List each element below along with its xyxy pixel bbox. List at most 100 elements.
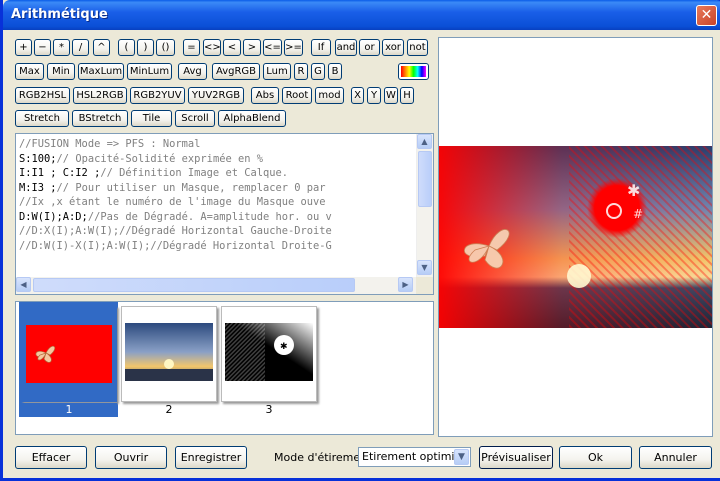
close-button[interactable]: ✕ <box>696 5 717 26</box>
preview-button[interactable]: Prévisualiser <box>479 446 553 469</box>
operator-button-row3-3[interactable]: YUV2RGB <box>188 87 244 104</box>
operator-button-row2-6[interactable]: Lum <box>263 63 291 80</box>
formula-code: D:W(I);A:D; <box>19 210 88 223</box>
thumbnail-1[interactable] <box>21 306 117 402</box>
operator-button-row1-1[interactable]: − <box>34 39 51 56</box>
operator-button-row1-11[interactable]: > <box>243 39 261 56</box>
formula-comment: //Ix ,x étant le numéro de l'image du Ma… <box>19 196 326 208</box>
formula-line: I:I1 ; C:I2 ;// Définition Image et Calq… <box>19 166 414 181</box>
operator-button-row2-9[interactable]: B <box>328 63 342 80</box>
operator-button-row2-2[interactable]: MaxLum <box>78 63 124 80</box>
formula-comment: //D:W(I)-X(I);A:W(I);//Dégradé Horizonta… <box>19 239 332 252</box>
operator-button-row1-6[interactable]: ) <box>137 39 154 56</box>
formula-comment: //FUSION Mode => PFS : Normal <box>19 138 201 150</box>
preview-image: ✱ # <box>439 146 712 328</box>
operator-button-row3-8[interactable]: Y <box>367 87 381 104</box>
operator-button-row2-3[interactable]: MinLum <box>127 63 172 80</box>
scroll-left-arrow-icon[interactable]: ◀ <box>16 277 31 292</box>
operator-button-row3-6[interactable]: mod <box>315 87 344 104</box>
scroll-up-arrow-icon[interactable]: ▲ <box>417 134 432 149</box>
operator-button-row1-17[interactable]: xor <box>382 39 404 56</box>
operator-button-row1-4[interactable]: ^ <box>93 39 110 56</box>
stretch-mode-select[interactable]: Etirement optimisé ▼ <box>358 447 471 467</box>
operator-button-row4-4[interactable]: AlphaBlend <box>218 110 286 127</box>
formula-line: S:100;// Opacité-Solidité exprimée en % <box>19 152 414 167</box>
ok-button[interactable]: Ok <box>559 446 632 469</box>
cancel-button[interactable]: Annuler <box>639 446 712 469</box>
open-button[interactable]: Ouvrir <box>95 446 167 469</box>
thumbnail-2-label: 2 <box>165 403 173 416</box>
preview-composite-image: ✱ # <box>439 146 712 328</box>
operator-button-row2-7[interactable]: R <box>294 63 308 80</box>
gradient-swatch <box>401 66 426 77</box>
operator-button-row4-2[interactable]: Tile <box>131 110 172 127</box>
formula-text[interactable]: //FUSION Mode => PFS : Normal S:100;// Op… <box>19 137 414 277</box>
editor-horizontal-scrollbar[interactable]: ◀ ▶ <box>16 277 416 294</box>
image-thumbnail-list[interactable]: 1 2 ✱ 3 <box>15 301 434 435</box>
formula-code: M:I3 ; <box>19 181 57 194</box>
formula-comment: //D:X(I);A:W(I);//Dégradé Horizontal Gau… <box>19 225 332 237</box>
save-button[interactable]: Enregistrer <box>175 446 247 469</box>
operator-button-row3-5[interactable]: Root <box>282 87 312 104</box>
formula-line: M:I3 ;// Pour utiliser un Masque, rempla… <box>19 181 414 196</box>
formula-code: I:I1 ; C:I2 ; <box>19 167 101 179</box>
svg-text:✱: ✱ <box>280 342 288 352</box>
operator-button-row2-8[interactable]: G <box>311 63 325 80</box>
operator-button-row2-1[interactable]: Min <box>47 63 75 80</box>
formula-line: D:W(I);A:D;//Pas de Dégradé. A=amplitude… <box>19 210 414 225</box>
operator-button-row3-10[interactable]: H <box>400 87 414 104</box>
clear-button[interactable]: Effacer <box>15 446 87 469</box>
operator-button-row3-9[interactable]: W <box>384 87 398 104</box>
operator-button-row1-9[interactable]: <> <box>203 39 221 56</box>
operator-button-row1-14[interactable]: If <box>311 39 331 56</box>
dialog-body: + − * / ^()() = <> < > <= >= If and or xor not Max Min Max… <box>6 30 720 478</box>
thumbnail-3-image: ✱ <box>225 323 313 381</box>
preview-pane: ✱ # <box>438 37 713 437</box>
operator-button-row1-8[interactable]: = <box>183 39 200 56</box>
arithmetic-dialog: Arithmétique ✕ + − * / ^()() = <> < > <= >= If and or… <box>0 0 720 481</box>
operator-button-row1-5[interactable]: ( <box>118 39 135 56</box>
operator-button-row1-12[interactable]: <= <box>263 39 282 56</box>
formula-comment: // Opacité-Solidité exprimée en % <box>56 152 263 165</box>
operator-button-row1-0[interactable]: + <box>15 39 32 56</box>
operator-button-row3-1[interactable]: HSL2RGB <box>73 87 127 104</box>
gradient-button[interactable] <box>398 63 429 80</box>
operator-button-row4-0[interactable]: Stretch <box>15 110 69 127</box>
chevron-down-icon[interactable]: ▼ <box>454 449 469 465</box>
vertical-scroll-thumb[interactable] <box>418 151 432 207</box>
formula-line: //Ix ,x étant le numéro de l'image du Ma… <box>19 195 414 210</box>
thumbnail-2-image <box>125 323 213 381</box>
formula-line: //FUSION Mode => PFS : Normal <box>19 137 414 152</box>
formula-line: //D:W(I)-X(I);A:W(I);//Dégradé Horizonta… <box>19 239 414 254</box>
formula-editor[interactable]: //FUSION Mode => PFS : Normal S:100;// Op… <box>15 133 434 295</box>
thumbnail-3[interactable]: ✱ <box>221 306 317 402</box>
thumbnail-3-label: 3 <box>265 403 273 416</box>
formula-comment: // Définition Image et Calque. <box>100 167 288 179</box>
operator-button-row3-7[interactable]: X <box>351 87 364 104</box>
operator-button-row1-7[interactable]: () <box>156 39 175 56</box>
thumbnail-1-label: 1 <box>21 403 117 416</box>
scroll-right-arrow-icon[interactable]: ▶ <box>398 277 413 292</box>
operator-button-row3-0[interactable]: RGB2HSL <box>15 87 70 104</box>
operator-button-row2-4[interactable]: Avg <box>178 63 207 80</box>
operator-button-row1-10[interactable]: < <box>223 39 241 56</box>
operator-button-row1-16[interactable]: or <box>359 39 380 56</box>
editor-vertical-scrollbar[interactable]: ▲ ▼ <box>416 134 433 277</box>
operator-button-row3-2[interactable]: RGB2YUV <box>130 87 185 104</box>
operator-button-row2-5[interactable]: AvgRGB <box>212 63 260 80</box>
formula-code: S:100; <box>19 152 57 165</box>
thumbnail-2[interactable] <box>121 306 217 402</box>
operator-button-row2-0[interactable]: Max <box>15 63 44 80</box>
stretch-mode-value: Etirement optimisé <box>362 450 467 463</box>
operator-button-row1-15[interactable]: and <box>335 39 357 56</box>
operator-button-row3-4[interactable]: Abs <box>251 87 279 104</box>
operator-button-row4-3[interactable]: Scroll <box>175 110 215 127</box>
operator-button-row1-2[interactable]: * <box>53 39 70 56</box>
operator-button-row1-18[interactable]: not <box>407 39 428 56</box>
operator-button-row1-3[interactable]: / <box>72 39 89 56</box>
operator-button-row4-1[interactable]: BStretch <box>72 110 128 127</box>
scroll-down-arrow-icon[interactable]: ▼ <box>417 260 432 275</box>
svg-text:✱: ✱ <box>627 181 640 200</box>
horizontal-scroll-thumb[interactable] <box>33 278 355 292</box>
operator-button-row1-13[interactable]: >= <box>284 39 303 56</box>
